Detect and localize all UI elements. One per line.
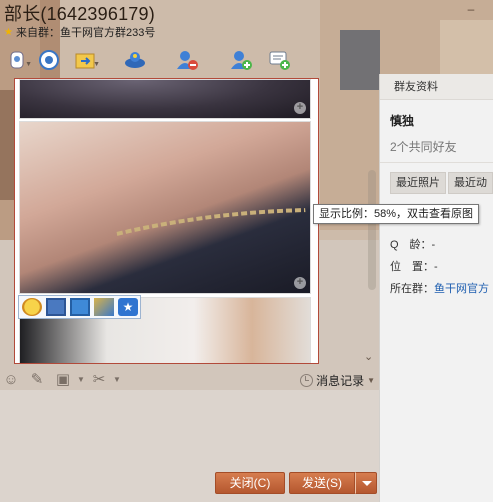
add-member-button[interactable] — [226, 46, 256, 74]
location-row: 位 置：- — [390, 261, 438, 273]
message-history-button[interactable]: 消息记录 ▼ — [300, 371, 375, 389]
app-button[interactable] — [120, 46, 150, 74]
save-icon[interactable] — [46, 298, 66, 316]
zoom-in-icon[interactable]: + — [294, 277, 306, 289]
remove-member-button[interactable] — [172, 46, 202, 74]
message-scrollbar[interactable] — [368, 170, 376, 290]
chat-toolbar: ▼ ▼ — [0, 46, 300, 74]
group-row-label: 所在群： — [390, 283, 434, 295]
zoom-in-icon[interactable]: + — [294, 102, 306, 114]
video-call-button[interactable]: ▼ — [2, 46, 32, 74]
scissors-icon[interactable]: ✂ — [90, 371, 108, 389]
screen-icon[interactable] — [70, 298, 90, 316]
send-options-button[interactable] — [355, 472, 377, 494]
panel-header: 群友资料 — [380, 74, 493, 100]
chat-image[interactable]: + — [19, 79, 311, 119]
favorite-icon[interactable]: ★ — [118, 298, 138, 316]
remote-assist-button[interactable] — [34, 46, 64, 74]
chat-window: 部长(1642396179) ★ 来自群：鱼干网官方群233号 – ▼ ▼ + … — [0, 0, 493, 502]
chevron-down-icon[interactable]: ▼ — [108, 371, 126, 389]
image-tools: ★ — [18, 295, 141, 319]
title-bar: 部长(1642396179) ★ 来自群：鱼干网官方群233号 – — [0, 0, 493, 44]
chevron-down-icon[interactable]: ▼ — [93, 61, 100, 68]
chat-image[interactable]: + — [19, 121, 311, 294]
group-source: ★ 来自群：鱼干网官方群233号 — [4, 24, 155, 40]
font-edit-icon[interactable]: ✎ — [28, 371, 46, 389]
chevron-down-icon[interactable]: ▼ — [25, 61, 32, 68]
remote-assist-icon — [39, 50, 59, 70]
send-button[interactable]: 发送(S) — [289, 472, 355, 494]
minimize-icon[interactable]: – — [464, 2, 478, 16]
new-chat-button[interactable] — [264, 46, 294, 74]
clock-icon — [300, 373, 314, 387]
new-chat-icon — [269, 51, 290, 70]
scroll-down-icon[interactable]: ⌄ — [364, 350, 373, 363]
contact-name: 部长(1642396179) — [4, 4, 155, 24]
edit-icon[interactable] — [94, 298, 114, 316]
divider — [380, 162, 493, 163]
chevron-down-icon: ▼ — [367, 375, 375, 385]
q-age-row: Q 龄：- — [390, 239, 436, 251]
emoji-icon[interactable] — [22, 298, 42, 316]
close-button[interactable]: 关闭(C) — [215, 472, 285, 494]
app-icon — [125, 52, 145, 68]
profile-tabs: 最近照片 最近动 — [390, 172, 493, 194]
tab-recent-activity[interactable]: 最近动 — [448, 172, 493, 194]
group-source-text: 来自群：鱼干网官方群233号 — [15, 27, 156, 39]
message-area[interactable]: + + — [14, 78, 319, 364]
zoom-tooltip: 显示比例：58%，双击查看原图 — [313, 204, 480, 224]
tab-recent-photos[interactable]: 最近照片 — [390, 172, 446, 194]
member-name: 慎独 — [390, 114, 415, 128]
group-link[interactable]: 鱼干网官方 — [434, 283, 489, 295]
group-row: 所在群：鱼干网官方 — [390, 280, 489, 296]
add-member-icon — [231, 51, 252, 70]
send-file-button[interactable]: ▼ — [70, 46, 100, 74]
message-history-label: 消息记录 — [316, 373, 365, 388]
image-icon[interactable]: ▣ — [54, 371, 72, 389]
chain-decoration — [116, 208, 306, 236]
smiley-icon[interactable]: ☺ — [2, 371, 20, 389]
remove-member-icon — [177, 51, 198, 70]
star-icon: ★ — [4, 26, 13, 38]
chevron-down-icon[interactable]: ▼ — [72, 371, 90, 389]
member-profile-panel: 群友资料 慎独 2个共同好友 最近照片 最近动 Q 龄：- 位 置：- 所在群：… — [379, 74, 493, 502]
input-toolbar: ☺ ✎ ▣ ▼ ✂ ▼ 消息记录 ▼ — [0, 368, 379, 392]
mutual-friends[interactable]: 2个共同好友 — [390, 138, 457, 155]
